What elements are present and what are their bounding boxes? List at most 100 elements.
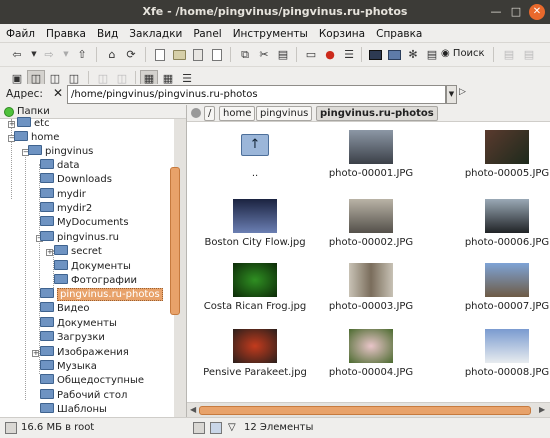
file-item[interactable]: photo-00001.JPG	[311, 128, 431, 185]
file-name: ..	[251, 168, 259, 179]
tree-item-dokumenty-sub[interactable]: Документы	[54, 260, 131, 274]
menu-edit[interactable]: Правка	[40, 24, 91, 40]
tree-item-dokumenty[interactable]: Документы	[40, 317, 117, 331]
tree-item-shablony[interactable]: Шаблоны	[40, 403, 107, 417]
file-item[interactable]: Boston City Flow.jpg	[195, 197, 315, 254]
image-thumbnail	[485, 130, 529, 164]
tree-expander-etc[interactable]: +	[8, 121, 15, 128]
tree-item-data[interactable]: data	[40, 159, 80, 173]
up-icon[interactable]: ⇧	[73, 46, 91, 63]
file-item[interactable]: photo-00003.JPG	[311, 261, 431, 318]
file-item[interactable]: photo-00002.JPG	[311, 197, 431, 254]
file-name: photo-00007.JPG	[464, 301, 550, 312]
menu-help[interactable]: Справка	[370, 24, 427, 40]
tree-expander-izobrazheniya[interactable]: +	[32, 350, 39, 357]
back-icon[interactable]: ⇦	[8, 46, 26, 63]
open-icon[interactable]	[208, 46, 226, 63]
file-item[interactable]: photo-00007.JPG	[447, 261, 550, 318]
tree-item-etc[interactable]: etc	[17, 117, 50, 131]
folder-icon	[40, 288, 54, 298]
tree-expander-secret[interactable]: +	[46, 249, 53, 256]
hidden-files-icon[interactable]: ▤	[423, 46, 441, 63]
file-item[interactable]: Pensive Parakeet.jpg	[195, 327, 315, 384]
main-toolbar: ⇦ ▼ ⇨ ▼ ⇧ ⌂ ⟳ ⧉ ✂ ▤ ▭ ● ☰ ✻ ▤ ◉ Поиск ▤ …	[0, 43, 550, 66]
file-item[interactable]: photo-00008.JPG	[447, 327, 550, 384]
tree-item-downloads[interactable]: Downloads	[40, 173, 112, 187]
file-item[interactable]: photo-00005.JPG	[447, 128, 550, 185]
menu-bookmarks[interactable]: Закладки	[123, 24, 187, 40]
tree-item-secret[interactable]: secret	[54, 245, 102, 259]
menu-view[interactable]: Вид	[91, 24, 123, 40]
sync-icon[interactable]: ✻	[404, 46, 422, 63]
new-folder-icon[interactable]	[170, 46, 188, 63]
clear-address-icon[interactable]: ✕	[53, 86, 63, 100]
split-left-icon[interactable]: ▤	[500, 46, 518, 63]
file-list-scrollbar[interactable]: ◀ ▶	[187, 402, 550, 417]
tree-item-home[interactable]: home	[14, 131, 59, 145]
folder-icon	[40, 374, 54, 384]
menu-file[interactable]: Файл	[0, 24, 40, 40]
split-right-icon[interactable]: ▤	[520, 46, 538, 63]
file-name: photo-00006.JPG	[464, 237, 550, 248]
menu-trash[interactable]: Корзина	[313, 24, 370, 40]
thumbnails-icon[interactable]	[210, 422, 222, 434]
file-item[interactable]: Costa Rican Frog.jpg	[195, 261, 315, 318]
maximize-icon[interactable]: □	[508, 4, 524, 20]
folder-icon	[40, 216, 54, 226]
tree-item-fotografii[interactable]: Фотографии	[54, 274, 137, 288]
file-list-panel: / home pingvinus pingvinus.ru-photos ↑ .…	[187, 105, 550, 417]
tree-item-zagruzki[interactable]: Загрузки	[40, 331, 105, 345]
menu-tools[interactable]: Инструменты	[227, 24, 313, 40]
trash-icon[interactable]: ▭	[302, 46, 320, 63]
go-icon[interactable]: ▷	[459, 87, 466, 97]
search-button[interactable]: ◉ Поиск	[441, 46, 485, 63]
tree-item-pingvinus-ru-photos[interactable]: pingvinus.ru-photos	[40, 288, 163, 302]
tree-item-rabochiy-stol[interactable]: Рабочий стол	[40, 389, 127, 403]
show-hidden-icon[interactable]	[193, 422, 205, 434]
folder-tree-title: Папки	[17, 106, 50, 117]
minimize-icon[interactable]: —	[488, 4, 504, 20]
tree-item-mydocuments[interactable]: MyDocuments	[40, 216, 129, 230]
address-input[interactable]	[67, 85, 446, 104]
forward-icon[interactable]: ⇨	[40, 46, 58, 63]
image-thumbnail	[349, 199, 393, 233]
file-name: Costa Rican Frog.jpg	[203, 301, 307, 312]
terminal-icon[interactable]	[366, 46, 384, 63]
breadcrumb-pingvinus[interactable]: pingvinus	[256, 106, 313, 121]
filter-icon[interactable]: ▽	[228, 422, 236, 433]
address-history-dropdown[interactable]: ▼	[446, 85, 457, 104]
tree-item-mydir[interactable]: mydir	[40, 188, 86, 202]
paste-icon[interactable]: ▤	[274, 46, 292, 63]
tree-item-pingvinus-ru[interactable]: pingvinus.ru	[40, 231, 119, 245]
file-list-scrollbar-thumb[interactable]	[199, 406, 531, 415]
cut-icon[interactable]: ✂	[255, 46, 273, 63]
scroll-right-icon[interactable]: ▶	[539, 405, 545, 414]
file-item[interactable]: photo-00006.JPG	[447, 197, 550, 254]
image-thumbnail	[485, 329, 529, 363]
tree-item-muzyka[interactable]: Музыка	[40, 360, 97, 374]
tree-item-video[interactable]: Видео	[40, 302, 90, 316]
breadcrumb-home[interactable]: home	[219, 106, 256, 121]
folder-icon	[40, 202, 54, 212]
breadcrumb-root[interactable]: /	[204, 106, 216, 121]
tree-item-izobrazheniya[interactable]: Изображения	[40, 346, 129, 360]
scroll-left-icon[interactable]: ◀	[190, 405, 196, 414]
tree-item-obshchedostupnye[interactable]: Общедоступные	[40, 374, 144, 388]
bookmark-icon[interactable]: ☰	[340, 46, 358, 63]
tree-scrollbar-thumb[interactable]	[170, 167, 180, 315]
breadcrumb-current[interactable]: pingvinus.ru-photos	[316, 106, 438, 121]
tree-item-pingvinus[interactable]: pingvinus	[28, 145, 93, 159]
close-icon[interactable]: ✕	[529, 4, 545, 20]
mount-icon[interactable]	[385, 46, 403, 63]
refresh-icon[interactable]: ⟳	[122, 46, 140, 63]
file-item-parent[interactable]: ↑ ..	[195, 128, 315, 185]
tree-item-mydir2[interactable]: mydir2	[40, 202, 92, 216]
copy-icon[interactable]: ⧉	[236, 46, 254, 63]
new-file-icon[interactable]	[151, 46, 169, 63]
delete-icon[interactable]: ●	[321, 46, 339, 63]
tree-scrollbar[interactable]	[170, 119, 186, 417]
file-item[interactable]: photo-00004.JPG	[311, 327, 431, 384]
properties-icon[interactable]	[189, 46, 207, 63]
home-icon[interactable]: ⌂	[103, 46, 121, 63]
menu-panel[interactable]: Panel	[187, 24, 226, 40]
